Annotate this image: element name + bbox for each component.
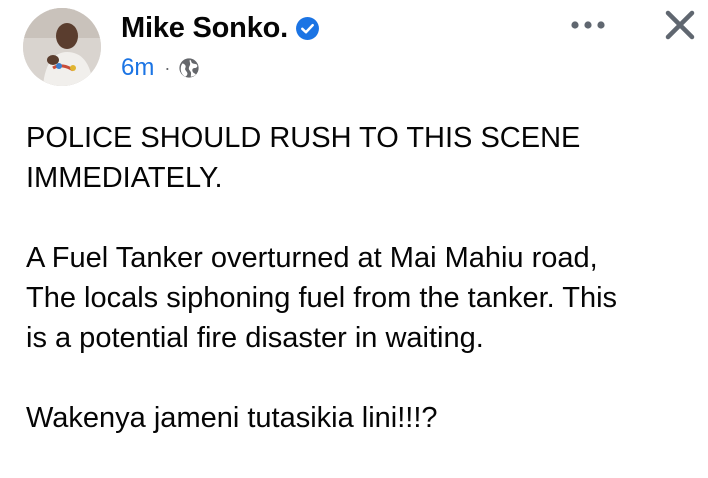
close-button[interactable]: [662, 7, 698, 43]
more-options-icon: [571, 21, 605, 29]
avatar-photo: [23, 8, 101, 86]
post-meta: 6m ·: [121, 53, 320, 83]
post-paragraph-1: POLICE SHOULD RUSH TO THIS SCENE IMMEDIA…: [26, 122, 581, 194]
meta-separator: ·: [164, 57, 171, 78]
post-header: Mike Sonko. 6m ·: [0, 0, 708, 96]
close-icon: [665, 10, 695, 40]
post-body: POLICE SHOULD RUSH TO THIS SCENE IMMEDIA…: [26, 118, 696, 478]
author-block: Mike Sonko. 6m ·: [121, 9, 320, 83]
post-timestamp[interactable]: 6m: [121, 54, 154, 82]
post-paragraph-3: Wakenya jameni tutasikia lini!!!?: [26, 402, 438, 434]
author-name[interactable]: Mike Sonko.: [121, 12, 288, 45]
globe-icon[interactable]: [178, 57, 200, 79]
post-paragraph-2: A Fuel Tanker overturned at Mai Mahiu ro…: [26, 242, 618, 354]
avatar[interactable]: [23, 8, 101, 86]
more-options-button[interactable]: [566, 12, 610, 38]
author-row: Mike Sonko.: [121, 9, 320, 47]
verified-badge-icon: [295, 16, 320, 41]
